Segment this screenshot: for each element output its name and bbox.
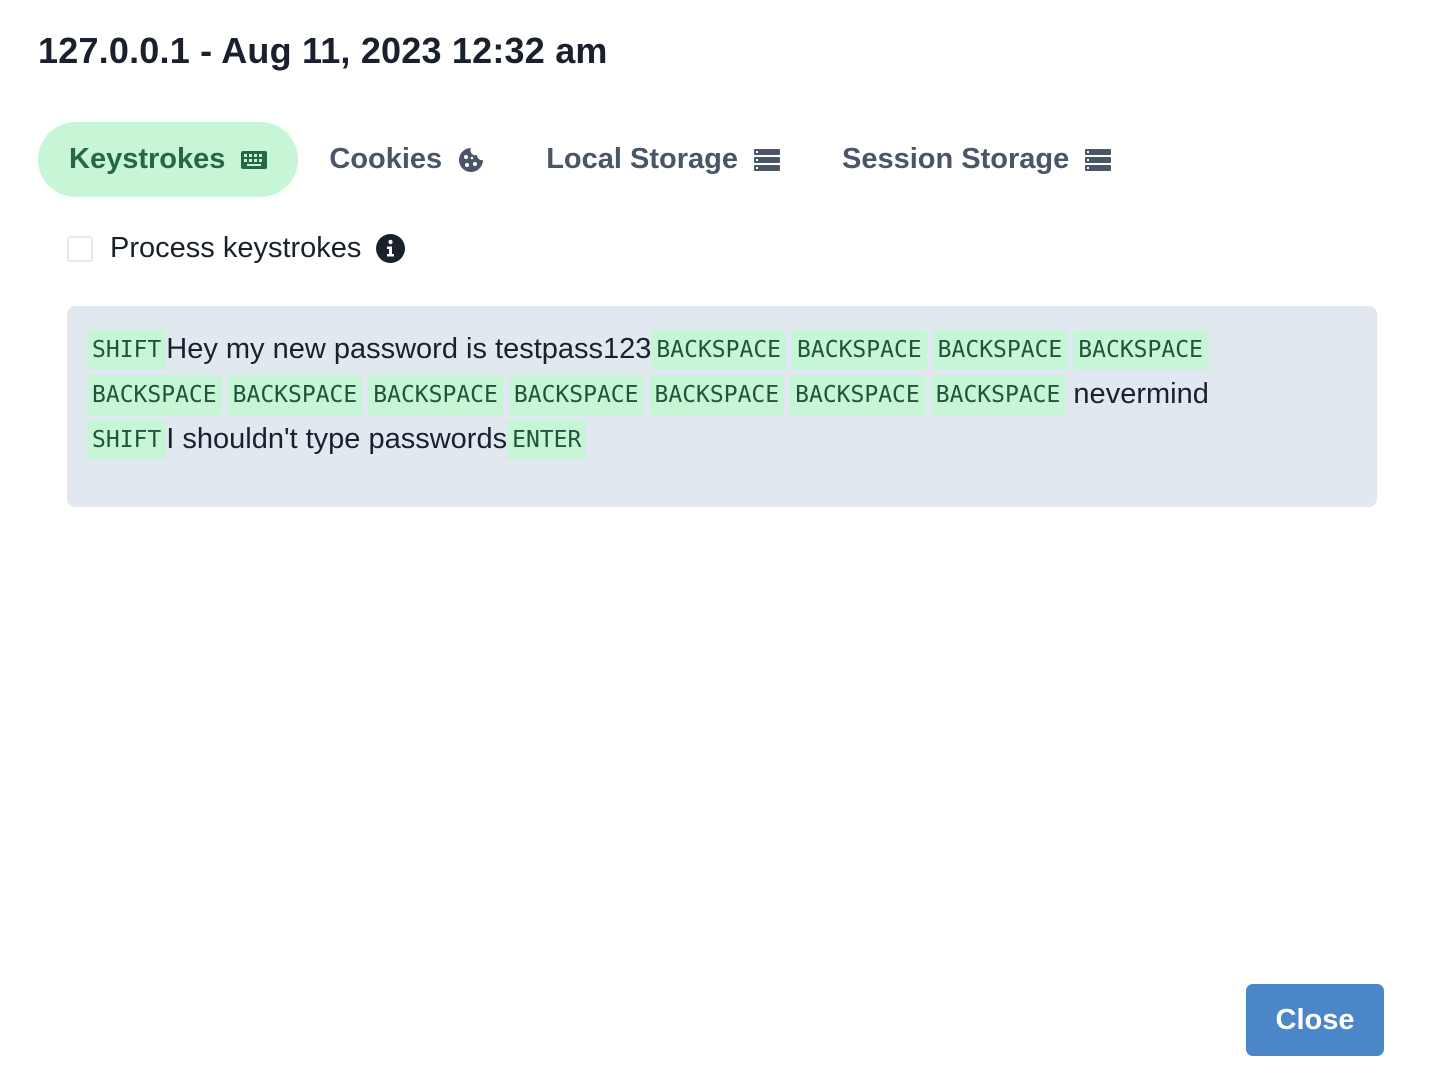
database-icon xyxy=(1085,148,1112,171)
process-keystrokes-checkbox[interactable] xyxy=(67,235,93,262)
key-badge: BACKSPACE xyxy=(1073,329,1208,370)
key-badge: SHIFT xyxy=(87,419,167,460)
tab-session-storage[interactable]: Session Storage xyxy=(811,122,1142,197)
keystroke-line: BACKSPACE BACKSPACE BACKSPACE BACKSPACE BACK… xyxy=(87,372,1357,417)
tab-cookies[interactable]: Cookies xyxy=(298,122,515,197)
key-badge: BACKSPACE xyxy=(930,374,1066,415)
key-badge: ENTER xyxy=(507,419,587,460)
key-badge: BACKSPACE xyxy=(932,329,1068,370)
cookie-icon xyxy=(458,147,484,173)
close-button[interactable]: Close xyxy=(1246,984,1384,1056)
database-icon xyxy=(753,148,780,171)
process-keystrokes-row: Process keystrokes xyxy=(67,232,406,265)
tab-label: Keystrokes xyxy=(69,143,226,175)
process-keystrokes-label[interactable]: Process keystrokes xyxy=(110,232,361,265)
tab-bar: Keystrokes Cookies Local Storage Session… xyxy=(38,122,1142,197)
modal-title: 127.0.0.1 - Aug 11, 2023 12:32 am xyxy=(38,30,608,71)
keystrokes-panel: SHIFT Hey my new password is testpass123 B… xyxy=(67,306,1377,507)
typed-text: I shouldn't type passwords xyxy=(166,423,508,455)
keyboard-icon xyxy=(241,150,268,169)
tab-local-storage[interactable]: Local Storage xyxy=(515,122,811,197)
key-badge: BACKSPACE xyxy=(790,374,925,415)
key-badge: BACKSPACE xyxy=(649,374,785,415)
keystroke-line: SHIFT I shouldn't type passwords ENTER xyxy=(87,417,1357,462)
key-badge: BACKSPACE xyxy=(368,374,503,415)
key-badge: BACKSPACE xyxy=(508,374,644,415)
key-badge: BACKSPACE xyxy=(87,374,222,415)
typed-text: nevermind xyxy=(1065,378,1209,410)
typed-text: Hey my new password is testpass123 xyxy=(166,333,652,365)
tab-keystrokes[interactable]: Keystrokes xyxy=(38,122,299,197)
key-badge: SHIFT xyxy=(87,329,167,370)
key-badge: BACKSPACE xyxy=(651,329,787,370)
tab-label: Local Storage xyxy=(546,143,738,175)
keystroke-line: SHIFT Hey my new password is testpass123 B… xyxy=(87,327,1357,372)
info-icon[interactable] xyxy=(376,234,406,263)
tab-label: Cookies xyxy=(329,143,443,175)
key-badge: BACKSPACE xyxy=(227,374,363,415)
key-badge: BACKSPACE xyxy=(792,329,927,370)
tab-label: Session Storage xyxy=(841,143,1070,175)
